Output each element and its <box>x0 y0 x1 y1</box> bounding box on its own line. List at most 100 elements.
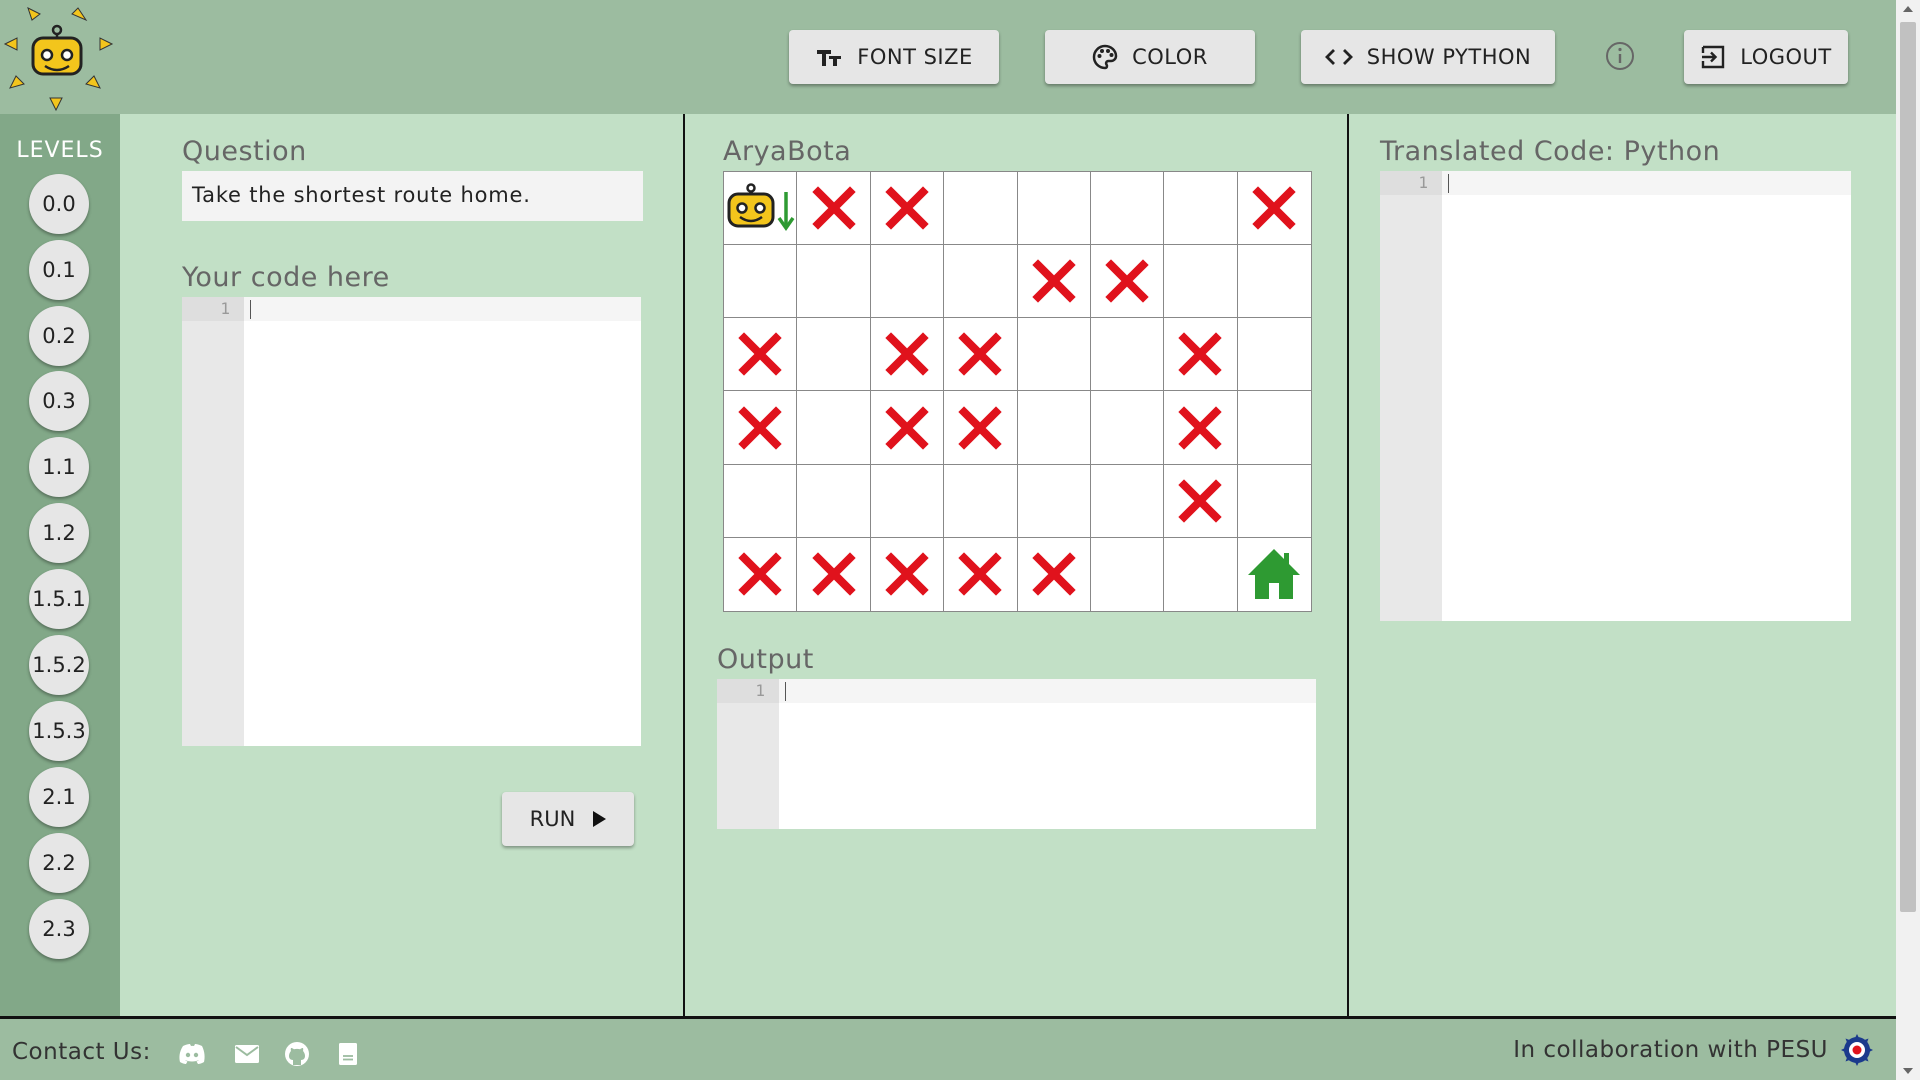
obstacle-icon <box>885 405 929 450</box>
aryabota-logo[interactable] <box>0 0 118 114</box>
board-cell <box>797 537 871 611</box>
scroll-thumb[interactable] <box>1900 22 1916 912</box>
obstacle-icon <box>811 552 856 597</box>
level-button[interactable]: 1.2 <box>29 503 89 563</box>
logout-icon <box>1700 44 1726 70</box>
board-cell <box>1238 538 1311 611</box>
font-size-button[interactable]: FONT SIZE <box>789 30 999 84</box>
obstacle-icon <box>1032 552 1076 597</box>
docs-icon[interactable] <box>334 1041 362 1067</box>
output-label: Output <box>717 644 814 675</box>
level-button[interactable]: 0.3 <box>29 371 89 431</box>
obstacle-icon <box>1252 186 1296 230</box>
pesu-logo[interactable] <box>1840 1033 1874 1067</box>
obstacle-icon <box>1178 332 1223 377</box>
board-cell <box>797 391 871 465</box>
board-cell <box>797 245 871 319</box>
run-button[interactable]: RUN <box>502 792 634 846</box>
level-button[interactable]: 1.5.3 <box>29 701 89 761</box>
board-cell <box>870 464 945 538</box>
board-cell <box>724 464 798 538</box>
board-cell <box>1017 245 1091 319</box>
level-button[interactable]: 1.1 <box>29 437 89 497</box>
translated-label: Translated Code: Python <box>1380 136 1721 167</box>
board-cell <box>1017 318 1091 392</box>
page-scrollbar[interactable] <box>1896 0 1920 1080</box>
board-cell <box>871 537 945 611</box>
active-line <box>1380 171 1851 195</box>
obstacle-icon <box>811 186 856 230</box>
obstacle-icon <box>738 552 782 597</box>
collaboration-text: In collaboration with PESU <box>1513 1037 1828 1063</box>
board-cell <box>1017 464 1091 538</box>
obstacle-icon <box>1178 479 1223 523</box>
board-cell <box>1164 391 1238 465</box>
level-button[interactable]: 0.1 <box>29 240 89 300</box>
obstacle-icon <box>885 186 929 230</box>
level-button[interactable]: 1.5.1 <box>29 569 89 629</box>
show-python-button[interactable]: SHOW PYTHON <box>1301 30 1555 84</box>
board-cell <box>1164 537 1238 611</box>
board-cell <box>724 537 798 611</box>
level-button[interactable]: 1.5.2 <box>29 635 89 695</box>
level-button[interactable]: 2.2 <box>29 833 89 893</box>
board-cell <box>1017 172 1091 246</box>
panel-divider <box>683 114 685 1017</box>
board-cell <box>1090 245 1165 319</box>
discord-icon[interactable] <box>178 1041 206 1067</box>
color-label: COLOR <box>1132 45 1208 69</box>
board-label: AryaBota <box>723 136 852 167</box>
robot-icon <box>727 183 795 232</box>
github-icon[interactable] <box>283 1041 311 1067</box>
mail-icon[interactable] <box>233 1041 261 1067</box>
contact-label: Contact Us: <box>12 1039 151 1065</box>
line-number: 1 <box>220 299 230 318</box>
logout-button[interactable]: LOGOUT <box>1684 30 1848 84</box>
levels-title: LEVELS <box>16 138 104 163</box>
code-icon <box>1324 47 1353 67</box>
level-button[interactable]: 0.0 <box>29 174 89 234</box>
board-cell <box>1237 465 1311 538</box>
board-cell <box>1164 245 1238 319</box>
text-cursor <box>1448 174 1449 193</box>
obstacle-icon <box>885 552 929 597</box>
board-cell <box>944 537 1018 611</box>
board-cell <box>870 318 945 392</box>
levels-sidebar: LEVELS 0.0 0.1 0.2 0.3 1.1 1.2 1.5.1 1.5… <box>0 114 120 1017</box>
play-icon <box>593 811 607 827</box>
question-text: Take the shortest route home. <box>182 171 643 221</box>
level-button[interactable]: 0.2 <box>29 306 89 366</box>
panel-divider <box>1347 114 1349 1017</box>
obstacle-icon <box>885 332 929 377</box>
translated-code-editor[interactable]: 1 <box>1380 171 1851 621</box>
scroll-up-arrow[interactable] <box>1903 6 1913 12</box>
line-number: 1 <box>755 681 765 700</box>
board-cell <box>870 391 945 465</box>
board-cell <box>1018 537 1091 611</box>
editor-gutter <box>1380 171 1442 621</box>
color-button[interactable]: COLOR <box>1045 30 1255 84</box>
board-cell <box>1091 537 1165 611</box>
show-python-label: SHOW PYTHON <box>1366 45 1532 69</box>
question-label: Question <box>182 136 307 167</box>
board-cell <box>944 391 1018 465</box>
board-cell <box>870 245 945 319</box>
obstacle-icon <box>738 332 782 377</box>
scroll-down-arrow[interactable] <box>1903 1068 1913 1074</box>
board-cell <box>870 172 945 246</box>
board-cell <box>724 172 798 246</box>
level-button[interactable]: 2.3 <box>29 899 89 959</box>
code-editor[interactable]: 1 <box>182 297 641 746</box>
obstacle-icon <box>1178 405 1223 450</box>
level-button[interactable]: 2.1 <box>29 767 89 827</box>
info-icon[interactable] <box>1604 40 1636 72</box>
footer-bar: Contact Us: In collaboration with PESU <box>0 1016 1896 1080</box>
text-cursor <box>250 300 251 319</box>
obstacle-icon <box>958 332 1002 377</box>
obstacle-icon <box>1032 259 1076 303</box>
board-cell <box>1164 464 1238 538</box>
board-cell <box>724 391 798 465</box>
code-label: Your code here <box>182 262 390 293</box>
board-cell <box>1237 391 1311 465</box>
text-cursor <box>785 682 786 701</box>
